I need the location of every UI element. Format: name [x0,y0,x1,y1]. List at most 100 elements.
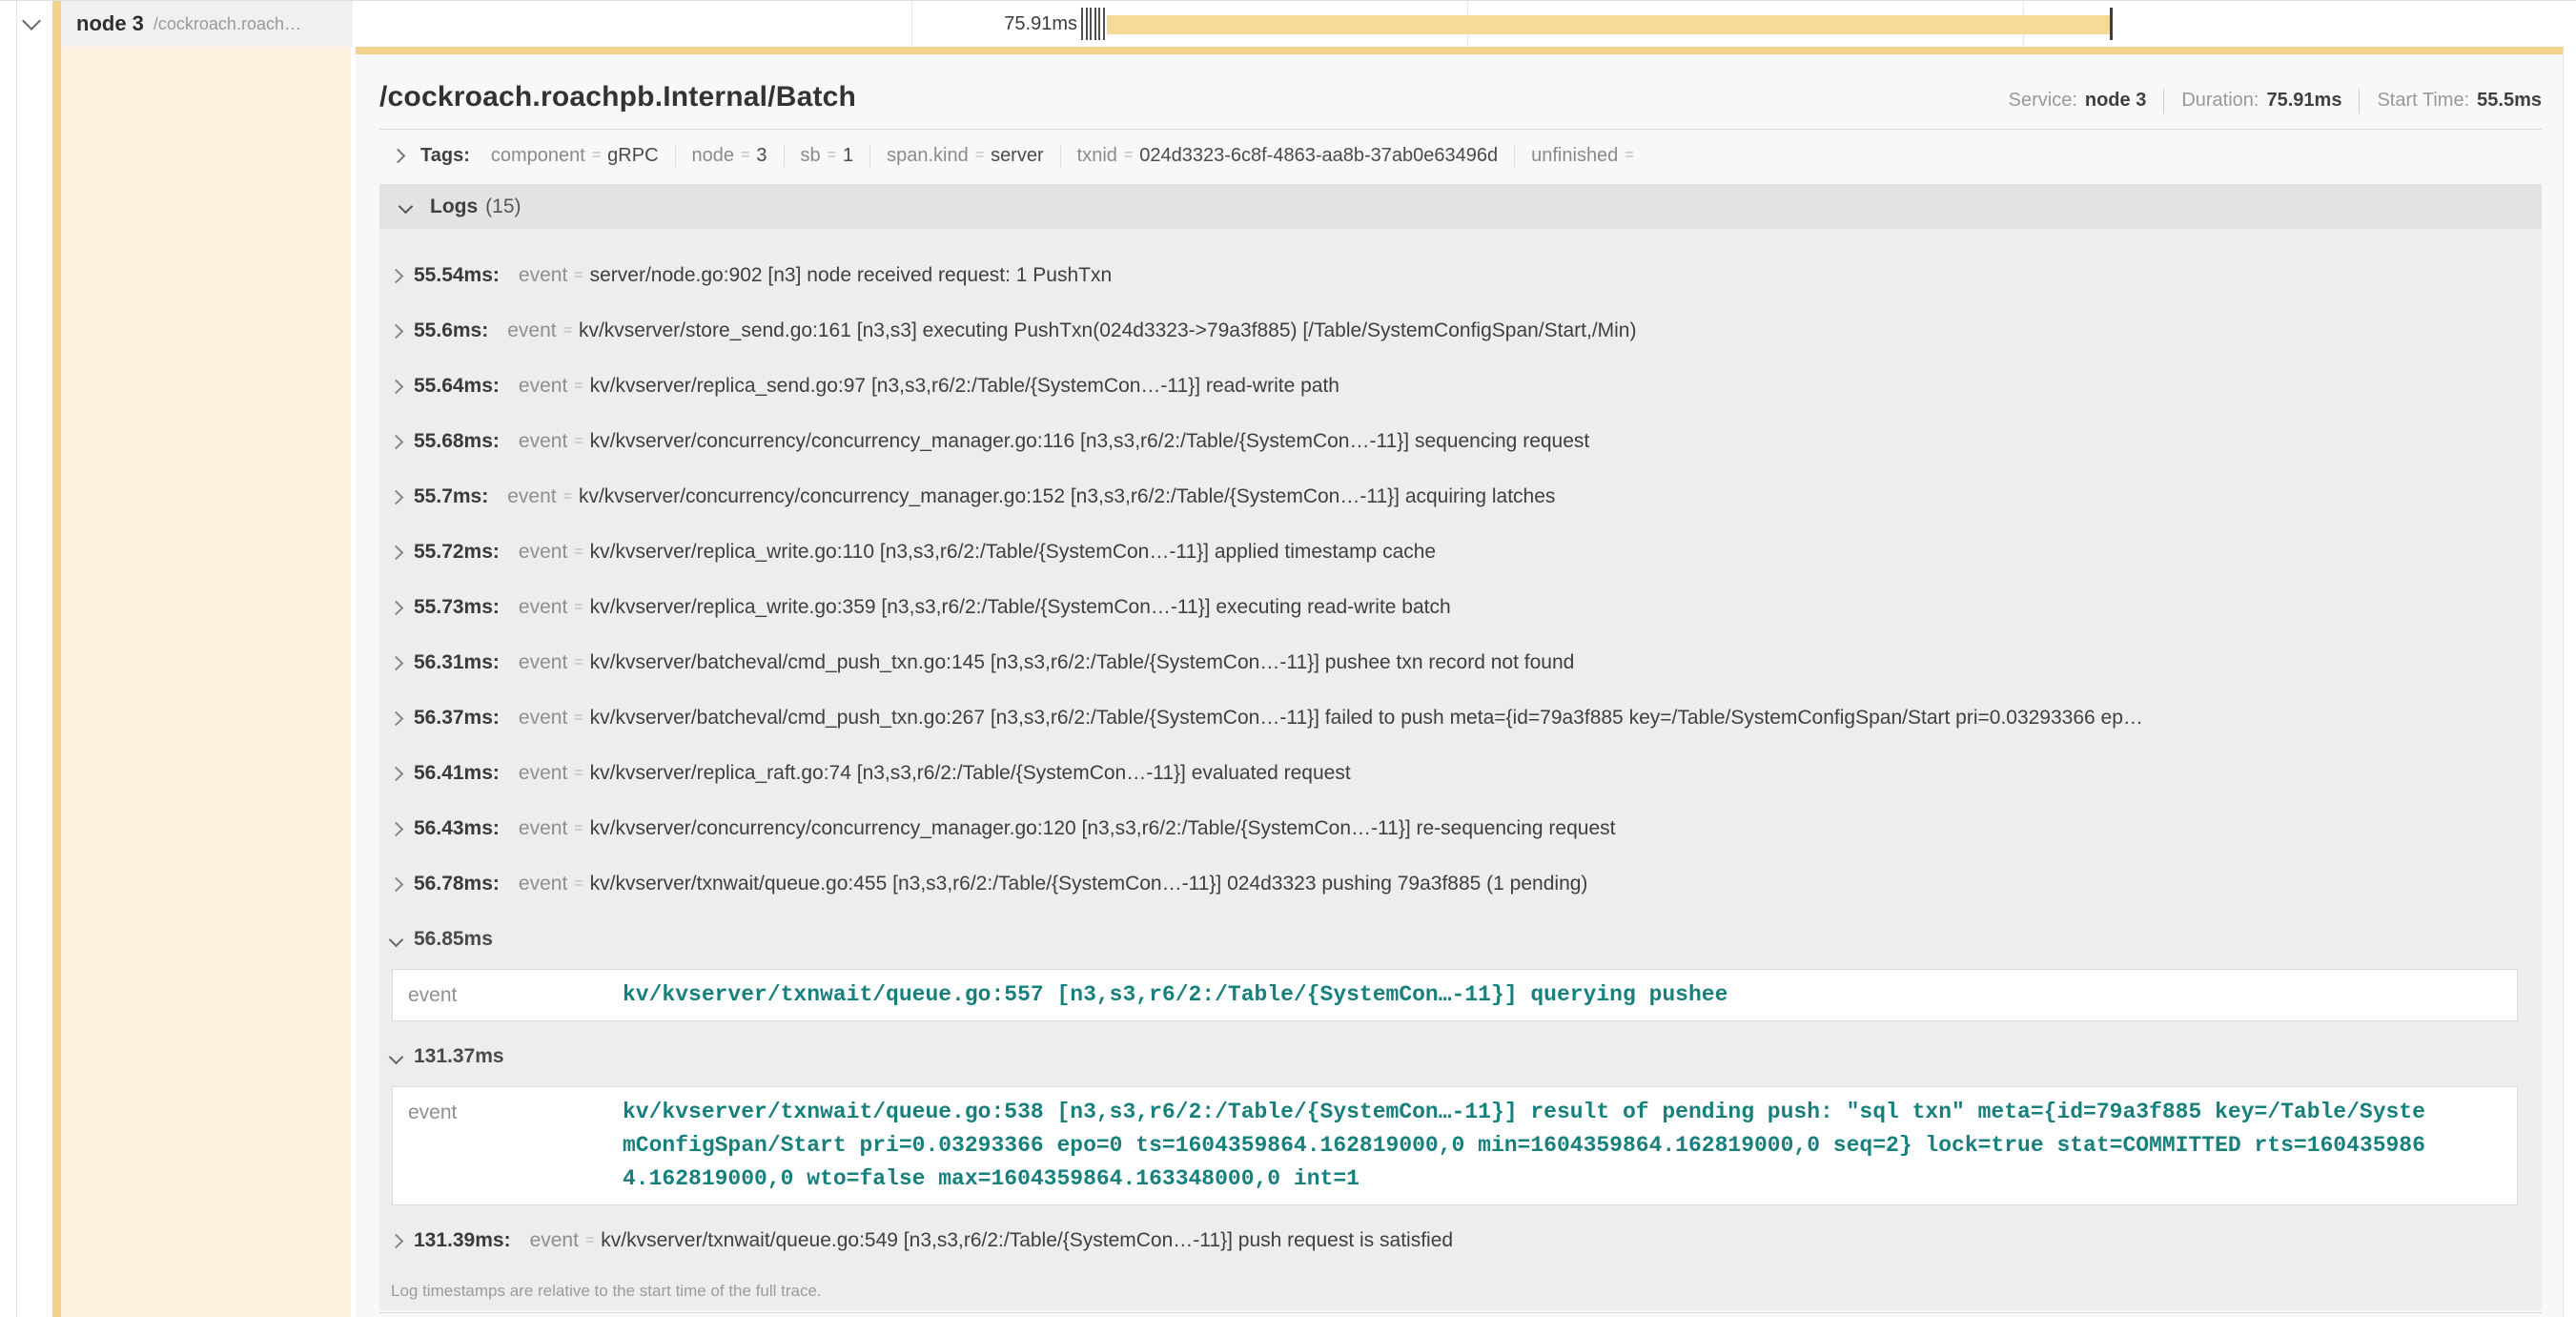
span-title: /cockroach.roachpb.Internal/Batch [379,81,856,113]
selected-span-row-highlight [52,47,351,1317]
tag-item: txnid = 024d3323-6c8f-4863-aa8b-37ab0e63… [1077,144,1531,167]
tag-key: sb [801,145,821,167]
log-equals: = [574,654,583,671]
tag-equals: = [741,147,749,164]
tag-key: span.kind [887,145,969,167]
log-row[interactable]: 55.64ms: event = kv/kvserver/replica_sen… [379,359,2542,414]
chevron-right-icon [389,876,404,892]
log-field-key: event [519,375,567,398]
service-value: node 3 [2085,90,2146,112]
log-row[interactable]: 55.68ms: event = kv/kvserver/concurrency… [379,414,2542,469]
log-timestamp: 131.39ms: [414,1229,511,1252]
log-message: kv/kvserver/concurrency/concurrency_mana… [579,485,1555,508]
chevron-right-icon [389,655,404,670]
log-message: kv/kvserver/replica_write.go:359 [n3,s3,… [590,596,1451,619]
tags-row[interactable]: Tags: component = gRPC node = 3 sb = 1 s… [379,130,2542,178]
log-field-key: event [507,319,556,342]
log-row[interactable]: 56.41ms: event = kv/kvserver/replica_raf… [379,746,2542,801]
chevron-right-icon [389,600,404,615]
log-row[interactable]: 55.72ms: event = kv/kvserver/replica_wri… [379,525,2542,580]
span-operation-name: /cockroach.roach… [153,14,301,34]
log-marker-tick-end [2110,8,2113,40]
log-timestamp: 56.85ms [414,928,493,951]
tag-equals: = [975,147,984,164]
expanded-log-event-box: event kv/kvserver/txnwait/queue.go:557 [… [392,969,2518,1021]
chevron-down-icon [399,199,414,215]
tag-key: node [692,145,735,167]
log-row[interactable]: 55.54ms: event = server/node.go:902 [n3]… [379,248,2542,303]
log-marker-tick [1090,8,1092,40]
log-timestamp: 55.64ms: [414,375,500,398]
logs-header[interactable]: Logs (15) [379,184,2542,229]
chevron-right-icon [389,323,404,339]
log-message: kv/kvserver/replica_write.go:110 [n3,s3,… [590,541,1437,564]
chevron-down-icon [389,932,404,947]
log-timestamp: 55.73ms: [414,596,500,619]
tag-value: 024d3323-6c8f-4863-aa8b-37ab0e63496d [1139,145,1498,167]
log-row[interactable]: 56.31ms: event = kv/kvserver/batcheval/c… [379,635,2542,690]
log-field-key: event [519,873,567,895]
span-detail-card: /cockroach.roachpb.Internal/Batch Servic… [356,47,2564,1317]
page-root: { "colors": { "span_accent_amber": "#f4d… [0,0,2576,1316]
event-field-value: kv/kvserver/txnwait/queue.go:557 [n3,s3,… [623,978,1728,1012]
event-field-label: event [393,1096,623,1129]
log-equals: = [563,488,572,505]
tag-item: sb = 1 [801,144,888,167]
tag-equals: = [592,147,601,164]
tag-value: gRPC [607,145,658,167]
chevron-right-icon [389,821,404,836]
start-time-label: Start Time: [2377,90,2469,112]
tag-separator [675,144,676,167]
log-field-key: event [519,541,567,564]
meta-separator [2359,89,2360,113]
event-field-label: event [393,978,623,1012]
logs-bottom-divider [379,1312,2542,1313]
log-row[interactable]: 55.6ms: event = kv/kvserver/store_send.g… [379,303,2542,359]
tag-equals: = [828,147,836,164]
log-row[interactable]: 55.7ms: event = kv/kvserver/concurrency/… [379,469,2542,525]
chevron-right-icon [389,766,404,781]
log-field-key: event [507,485,556,508]
trace-timeline-row[interactable]: node 3 /cockroach.roach… 75.91ms [0,1,2576,47]
span-duration-bar[interactable] [1107,15,2111,34]
log-equals: = [574,378,583,395]
service-label: Service: [2009,90,2077,112]
event-field-value: kv/kvserver/txnwait/queue.go:538 [n3,s3,… [623,1096,2429,1196]
log-message: kv/kvserver/batcheval/cmd_push_txn.go:14… [590,651,1575,674]
log-timestamp: 55.72ms: [414,541,500,564]
tag-separator [784,144,785,167]
chevron-down-icon [389,1049,404,1064]
log-marker-tick [1081,8,1083,40]
log-timestamp: 56.31ms: [414,651,500,674]
chevron-right-icon [389,710,404,726]
span-detail-header: /cockroach.roachpb.Internal/Batch Servic… [379,54,2542,113]
tag-item: span.kind = server [887,144,1077,167]
log-marker-tick [1094,8,1096,40]
chevron-right-icon [389,1233,404,1248]
logs-section: Logs (15) 55.54ms: event = server/node.g… [379,184,2542,1313]
log-message: kv/kvserver/replica_send.go:97 [n3,s3,r6… [590,375,1339,398]
chevron-right-icon [391,148,406,163]
duration-value: 75.91ms [2266,90,2341,112]
log-row[interactable]: 55.73ms: event = kv/kvserver/replica_wri… [379,580,2542,635]
timeline-gridline [911,1,912,47]
log-timestamp: 55.7ms: [414,485,488,508]
span-name-tab[interactable]: node 3 /cockroach.roach… [52,1,353,47]
log-message: kv/kvserver/batcheval/cmd_push_txn.go:26… [590,707,2143,730]
log-row[interactable]: 56.37ms: event = kv/kvserver/batcheval/c… [379,690,2542,746]
chevron-right-icon [389,545,404,560]
log-timestamp: 56.43ms: [414,817,500,840]
tag-key: unfinished [1531,145,1618,167]
logs-body: 55.54ms: event = server/node.go:902 [n3]… [379,229,2542,1310]
log-message: server/node.go:902 [n3] node received re… [590,264,1113,287]
log-row[interactable]: 131.39ms: event = kv/kvserver/txnwait/qu… [379,1213,2542,1268]
chevron-right-icon [389,489,404,504]
tags-label: Tags: [420,145,470,167]
log-marker-tick [1086,8,1088,40]
tag-value: server [991,145,1044,167]
log-equals: = [563,322,572,340]
log-row[interactable]: 56.43ms: event = kv/kvserver/concurrency… [379,801,2542,856]
expanded-log-header[interactable]: 131.37ms [379,1029,2542,1084]
log-row[interactable]: 56.78ms: event = kv/kvserver/txnwait/que… [379,856,2542,912]
expanded-log-header[interactable]: 56.85ms [379,912,2542,967]
